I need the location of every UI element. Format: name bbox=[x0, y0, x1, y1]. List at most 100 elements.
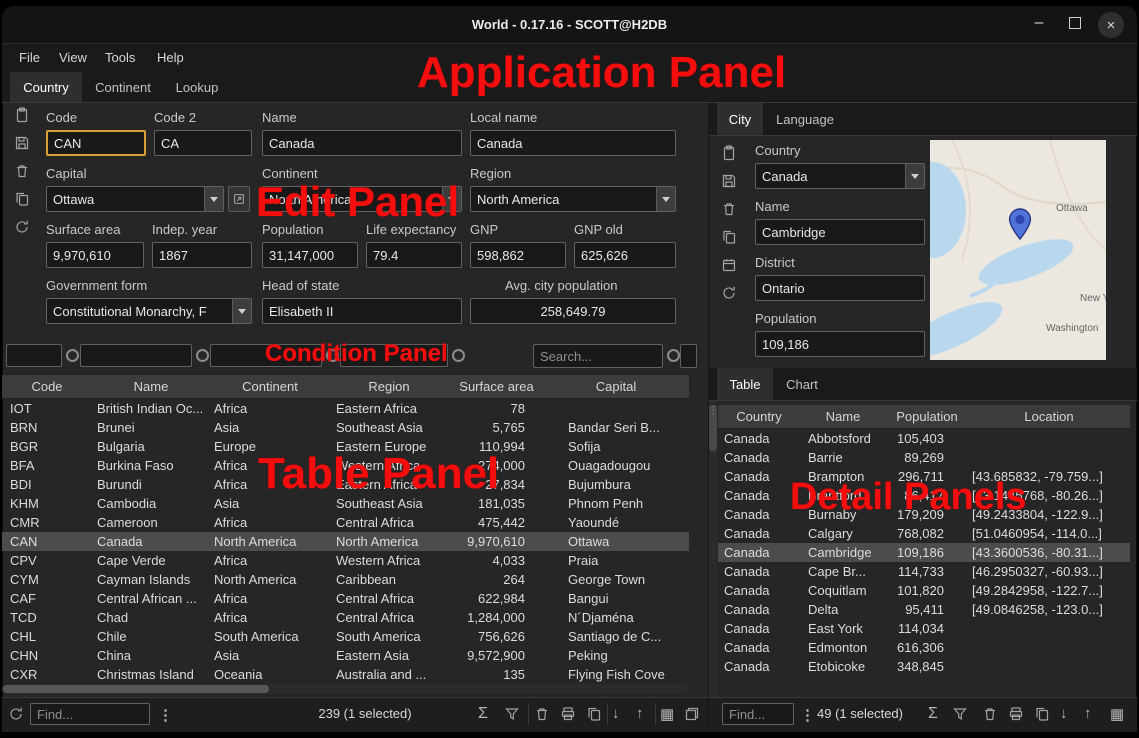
capital-combobox[interactable]: Ottawa bbox=[46, 186, 224, 212]
menu-view[interactable]: View bbox=[59, 50, 87, 65]
detail-population-field[interactable] bbox=[755, 331, 925, 357]
overflow-menu-icon[interactable]: ⋮ bbox=[158, 706, 173, 724]
detail-country-combobox[interactable]: Canada bbox=[755, 163, 925, 189]
delete-icon[interactable] bbox=[14, 163, 30, 179]
table-row[interactable]: CanadaCoquitlam101,820[49.2842958, -122.… bbox=[718, 581, 1130, 600]
paste-icon[interactable] bbox=[14, 107, 30, 123]
table-row[interactable]: CYMCayman IslandsNorth AmericaCaribbean2… bbox=[2, 570, 689, 589]
tab-continent[interactable]: Continent bbox=[82, 72, 164, 102]
close-button[interactable]: × bbox=[1098, 12, 1124, 38]
scrollbar-thumb[interactable]: ⋮ bbox=[709, 405, 717, 451]
table-row[interactable]: IOTBritish Indian Oc...AfricaEastern Afr… bbox=[2, 399, 689, 418]
condition-field-code[interactable] bbox=[6, 344, 62, 367]
vertical-scrollbar[interactable]: ⋮ bbox=[709, 401, 717, 697]
condition-toggle[interactable] bbox=[66, 349, 79, 362]
condition-field-name[interactable] bbox=[80, 344, 192, 367]
column-header[interactable]: Continent bbox=[210, 375, 330, 398]
table-row[interactable]: CanadaDelta95,411[49.0846258, -123.0...] bbox=[718, 600, 1130, 619]
name-field[interactable] bbox=[262, 130, 462, 156]
filter-icon[interactable] bbox=[504, 706, 520, 722]
delete-icon[interactable] bbox=[982, 706, 998, 722]
delete-icon[interactable] bbox=[534, 706, 550, 722]
head-of-state-field[interactable] bbox=[262, 298, 462, 324]
menu-tools[interactable]: Tools bbox=[105, 50, 135, 65]
open-capital-button[interactable] bbox=[228, 186, 250, 212]
condition-toggle[interactable] bbox=[196, 349, 209, 362]
sum-icon[interactable]: Σ bbox=[928, 705, 938, 723]
table-row[interactable]: CanadaBarrie89,269 bbox=[718, 448, 1130, 467]
map[interactable]: Ottawa New Yo Washington bbox=[930, 140, 1106, 360]
refresh-icon[interactable] bbox=[8, 706, 24, 722]
maximize-button[interactable] bbox=[1066, 14, 1084, 32]
grid-icon[interactable]: ▦ bbox=[1110, 705, 1124, 723]
move-down-icon[interactable]: ↓ bbox=[1060, 705, 1068, 722]
column-header[interactable]: Code bbox=[2, 375, 92, 398]
indep-year-field[interactable] bbox=[152, 242, 252, 268]
refresh-icon[interactable] bbox=[14, 219, 30, 235]
move-down-icon[interactable]: ↓ bbox=[612, 705, 620, 722]
column-header[interactable]: Location bbox=[968, 405, 1130, 428]
surface-area-field[interactable] bbox=[46, 242, 144, 268]
table-row[interactable]: CANCanadaNorth AmericaNorth America9,970… bbox=[2, 532, 689, 551]
population-field[interactable] bbox=[262, 242, 358, 268]
table-row[interactable]: CanadaCape Br...114,733[46.2950327, -60.… bbox=[718, 562, 1130, 581]
move-up-icon[interactable]: ↑ bbox=[636, 705, 644, 722]
region-combobox[interactable]: North America bbox=[470, 186, 676, 212]
tab-language[interactable]: Language bbox=[763, 103, 847, 135]
condition-stub-field[interactable] bbox=[680, 344, 697, 368]
find-input[interactable] bbox=[722, 703, 794, 725]
local-name-field[interactable] bbox=[470, 130, 676, 156]
table-row[interactable]: CanadaCambridge109,186[43.3600536, -80.3… bbox=[718, 543, 1130, 562]
tab-table[interactable]: Table bbox=[717, 368, 773, 400]
dropdown-arrow-icon[interactable] bbox=[204, 187, 223, 211]
delete-icon[interactable] bbox=[721, 201, 737, 217]
find-input[interactable] bbox=[30, 703, 150, 725]
copy-icon[interactable] bbox=[14, 191, 30, 207]
table-row[interactable]: CHLChileSouth AmericaSouth America756,62… bbox=[2, 627, 689, 646]
print-icon[interactable] bbox=[1008, 706, 1024, 722]
table-row[interactable]: CPVCape VerdeAfricaWestern Africa4,033Pr… bbox=[2, 551, 689, 570]
menu-file[interactable]: File bbox=[19, 50, 40, 65]
tab-country[interactable]: Country bbox=[10, 72, 82, 102]
duplicate-icon[interactable] bbox=[684, 706, 700, 722]
code2-field[interactable] bbox=[154, 130, 252, 156]
table-row[interactable]: CanadaAbbotsford105,403 bbox=[718, 429, 1130, 448]
column-header[interactable]: Surface area bbox=[448, 375, 545, 398]
scrollbar-thumb[interactable] bbox=[3, 685, 269, 693]
move-up-icon[interactable]: ↑ bbox=[1084, 705, 1092, 722]
tab-chart[interactable]: Chart bbox=[773, 368, 831, 400]
table-row[interactable]: BRNBruneiAsiaSoutheast Asia5,765Bandar S… bbox=[2, 418, 689, 437]
table-row[interactable]: CXRChristmas IslandOceaniaAustralia and … bbox=[2, 665, 689, 684]
copy-icon[interactable] bbox=[721, 229, 737, 245]
code-field[interactable] bbox=[46, 130, 146, 156]
sum-icon[interactable]: Σ bbox=[478, 705, 488, 723]
gnp-field[interactable] bbox=[470, 242, 566, 268]
condition-toggle[interactable] bbox=[667, 349, 680, 362]
copy-icon[interactable] bbox=[1034, 706, 1050, 722]
save-icon[interactable] bbox=[721, 173, 737, 189]
paste-icon[interactable] bbox=[721, 145, 737, 161]
tab-lookup[interactable]: Lookup bbox=[164, 72, 230, 102]
life-expectancy-field[interactable] bbox=[366, 242, 462, 268]
menu-help[interactable]: Help bbox=[157, 50, 184, 65]
table-row[interactable]: CMRCameroonAfricaCentral Africa475,442Ya… bbox=[2, 513, 689, 532]
save-icon[interactable] bbox=[14, 135, 30, 151]
government-form-combobox[interactable]: Constitutional Monarchy, F bbox=[46, 298, 252, 324]
column-header[interactable]: Name bbox=[800, 405, 886, 428]
detail-district-field[interactable] bbox=[755, 275, 925, 301]
detail-name-field[interactable] bbox=[755, 219, 925, 245]
column-header[interactable]: Name bbox=[92, 375, 210, 398]
table-row[interactable]: CanadaEtobicoke348,845 bbox=[718, 657, 1130, 676]
column-header[interactable]: Population bbox=[886, 405, 968, 428]
column-header[interactable]: Region bbox=[330, 375, 448, 398]
table-row[interactable]: CanadaEast York114,034 bbox=[718, 619, 1130, 638]
horizontal-scrollbar[interactable] bbox=[2, 684, 688, 694]
copy-icon[interactable] bbox=[586, 706, 602, 722]
table-row[interactable]: TCDChadAfricaCentral Africa1,284,000N´Dj… bbox=[2, 608, 689, 627]
refresh-icon[interactable] bbox=[721, 285, 737, 301]
condition-toggle[interactable] bbox=[452, 349, 465, 362]
dropdown-arrow-icon[interactable] bbox=[656, 187, 675, 211]
table-row[interactable]: CanadaEdmonton616,306 bbox=[718, 638, 1130, 657]
dropdown-arrow-icon[interactable] bbox=[232, 299, 251, 323]
gnp-old-field[interactable] bbox=[574, 242, 676, 268]
